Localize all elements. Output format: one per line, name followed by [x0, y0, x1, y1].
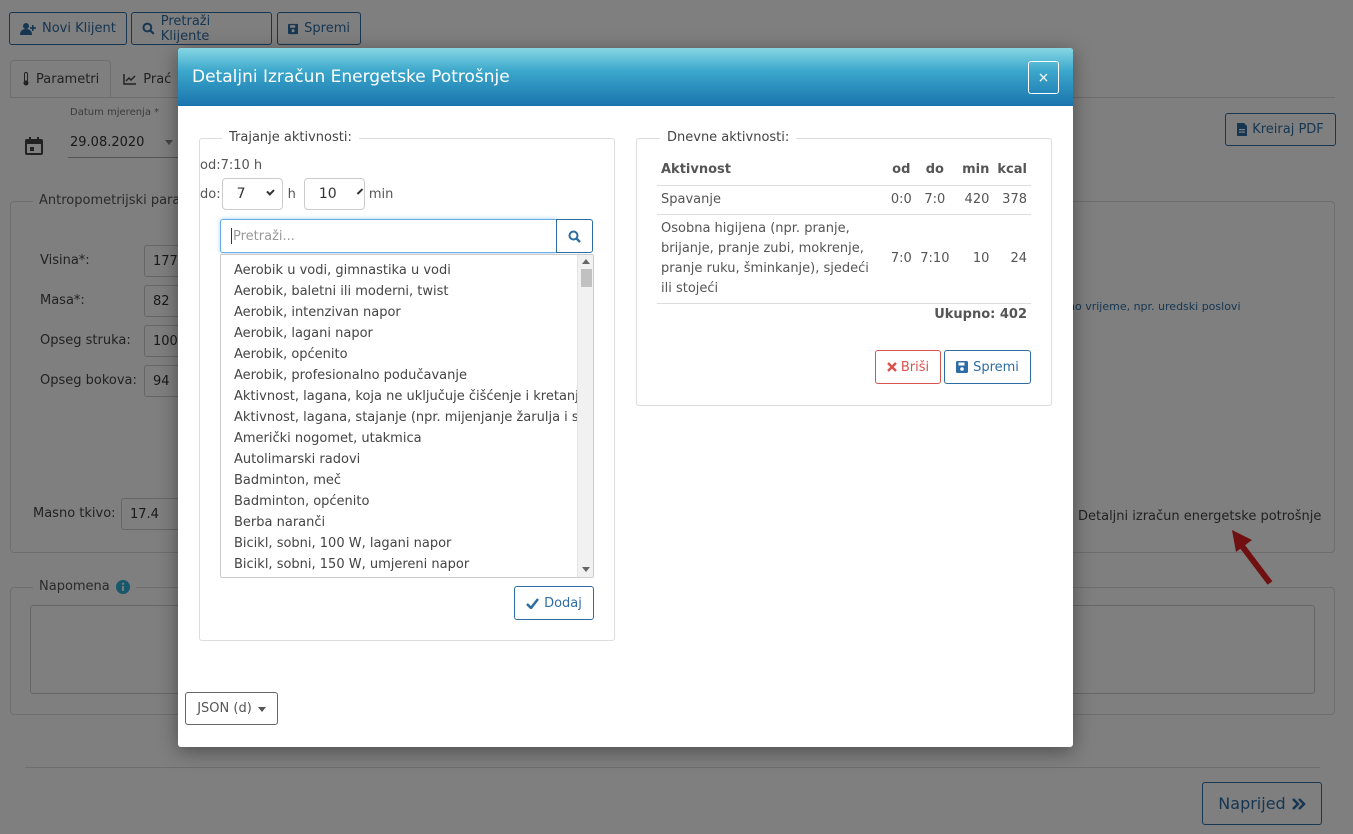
search-placeholder: Pretraži...	[233, 228, 295, 244]
list-item[interactable]: Aerobik u vodi, gimnastika u vodi	[221, 261, 577, 282]
activity-search: Pretraži...	[220, 219, 594, 253]
row-activity: Osobna higijena (npr. pranje, brijanje, …	[657, 214, 887, 304]
save-activities-label: Spremi	[973, 359, 1019, 375]
hour-select[interactable]: 7	[221, 178, 283, 210]
duration-legend: Trajanje aktivnosti:	[222, 130, 359, 145]
row-min: 10	[953, 214, 994, 304]
list-item[interactable]: Bicikl, sobni, 150 W, umjereni napor	[221, 555, 577, 576]
scroll-up-icon[interactable]	[582, 259, 590, 264]
list-item[interactable]: Aerobik, intenzivan napor	[221, 303, 577, 324]
total-kcal: Ukupno: 402	[934, 307, 1027, 322]
chevron-down-icon	[265, 187, 275, 196]
col-activity: Aktivnost	[657, 159, 887, 186]
row-do: 7:10	[916, 214, 954, 304]
search-icon	[568, 230, 581, 243]
list-item[interactable]: Aerobik, profesionalno podučavanje	[221, 366, 577, 387]
chevron-down-icon	[356, 188, 363, 195]
minute-unit: min	[368, 186, 394, 202]
modal-header: Detaljni Izračun Energetske Potrošnje ×	[178, 48, 1073, 106]
row-kcal: 378	[993, 185, 1031, 215]
check-icon	[526, 597, 540, 609]
energy-calculation-modal: Detaljni Izračun Energetske Potrošnje × …	[178, 48, 1073, 747]
list-item[interactable]: Aerobik, lagani napor	[221, 324, 577, 345]
od-value: 7:10 h	[220, 158, 263, 173]
col-min: min	[953, 159, 994, 186]
minute-value: 10	[318, 186, 337, 202]
col-kcal: kcal	[993, 159, 1031, 186]
list-item[interactable]: Berba naranči	[221, 513, 577, 534]
delete-label: Briši	[900, 359, 930, 375]
caret-down-icon	[257, 707, 266, 712]
od-label: od:	[200, 158, 221, 173]
scroll-down-icon[interactable]	[582, 567, 590, 572]
od-row: od:7:10 h	[200, 158, 262, 173]
list-item[interactable]: Aerobik, općenito	[221, 345, 577, 366]
json-label: JSON (d)	[197, 701, 252, 716]
list-item[interactable]: Aerobik, baletni ili moderni, twist	[221, 282, 577, 303]
search-input[interactable]: Pretraži...	[220, 219, 557, 253]
list-item[interactable]: Aktivnost, lagana, koja ne uključuje čiš…	[221, 387, 577, 408]
list-item[interactable]: Badminton, meč	[221, 471, 577, 492]
list-item[interactable]: Badminton, općenito	[221, 492, 577, 513]
scrollbar-thumb[interactable]	[581, 269, 592, 287]
table-row[interactable]: Spavanje 0:0 7:0 420 378	[657, 185, 1031, 215]
search-button[interactable]	[556, 219, 593, 253]
activity-list: Aerobik u vodi, gimnastika u vodi Aerobik…	[221, 261, 577, 576]
minute-select[interactable]: 10	[303, 178, 365, 210]
col-do: do	[916, 159, 954, 186]
table-header-row: Aktivnost od do min kcal	[657, 159, 1031, 186]
daily-activities-table: Aktivnost od do min kcal Spavanje 0:0 7:…	[657, 159, 1031, 304]
add-label: Dodaj	[544, 595, 582, 611]
hour-value: 7	[236, 186, 246, 202]
row-do: 7:0	[916, 185, 954, 215]
row-min: 420	[953, 185, 994, 215]
do-row: do: 7 h 10 min	[200, 178, 393, 210]
close-button[interactable]: ×	[1028, 61, 1059, 94]
row-od: 0:0	[886, 185, 917, 215]
do-label: do:	[200, 186, 221, 202]
daily-activities-legend: Dnevne aktivnosti:	[660, 130, 797, 145]
save-activities-button[interactable]: Spremi	[944, 350, 1031, 384]
json-dropdown-button[interactable]: JSON (d)	[185, 692, 278, 725]
delete-button[interactable]: Briši	[875, 350, 941, 384]
list-item[interactable]: Bicikl, sobni, 100 W, lagani napor	[221, 534, 577, 555]
table-row[interactable]: Osobna higijena (npr. pranje, brijanje, …	[657, 214, 1031, 304]
text-cursor	[231, 228, 232, 244]
add-button[interactable]: Dodaj	[514, 586, 594, 620]
list-item[interactable]: Američki nogomet, utakmica	[221, 429, 577, 450]
modal-title: Detaljni Izračun Energetske Potrošnje	[192, 67, 510, 87]
activity-listbox[interactable]: Aerobik u vodi, gimnastika u vodi Aerobik…	[220, 254, 594, 578]
floppy-icon	[956, 361, 969, 373]
row-kcal: 24	[993, 214, 1031, 304]
listbox-scrollbar[interactable]	[577, 255, 593, 577]
hour-unit: h	[287, 186, 296, 202]
row-activity: Spavanje	[657, 185, 887, 215]
row-od: 7:0	[886, 214, 917, 304]
daily-activities-fieldset: Dnevne aktivnosti: Aktivnost od do min k…	[636, 130, 1052, 406]
list-item[interactable]: Autolimarski radovi	[221, 450, 577, 471]
col-od: od	[886, 159, 917, 186]
list-item[interactable]: Aktivnost, lagana, stajanje (npr. mijenj…	[221, 408, 577, 429]
close-icon	[886, 362, 897, 372]
